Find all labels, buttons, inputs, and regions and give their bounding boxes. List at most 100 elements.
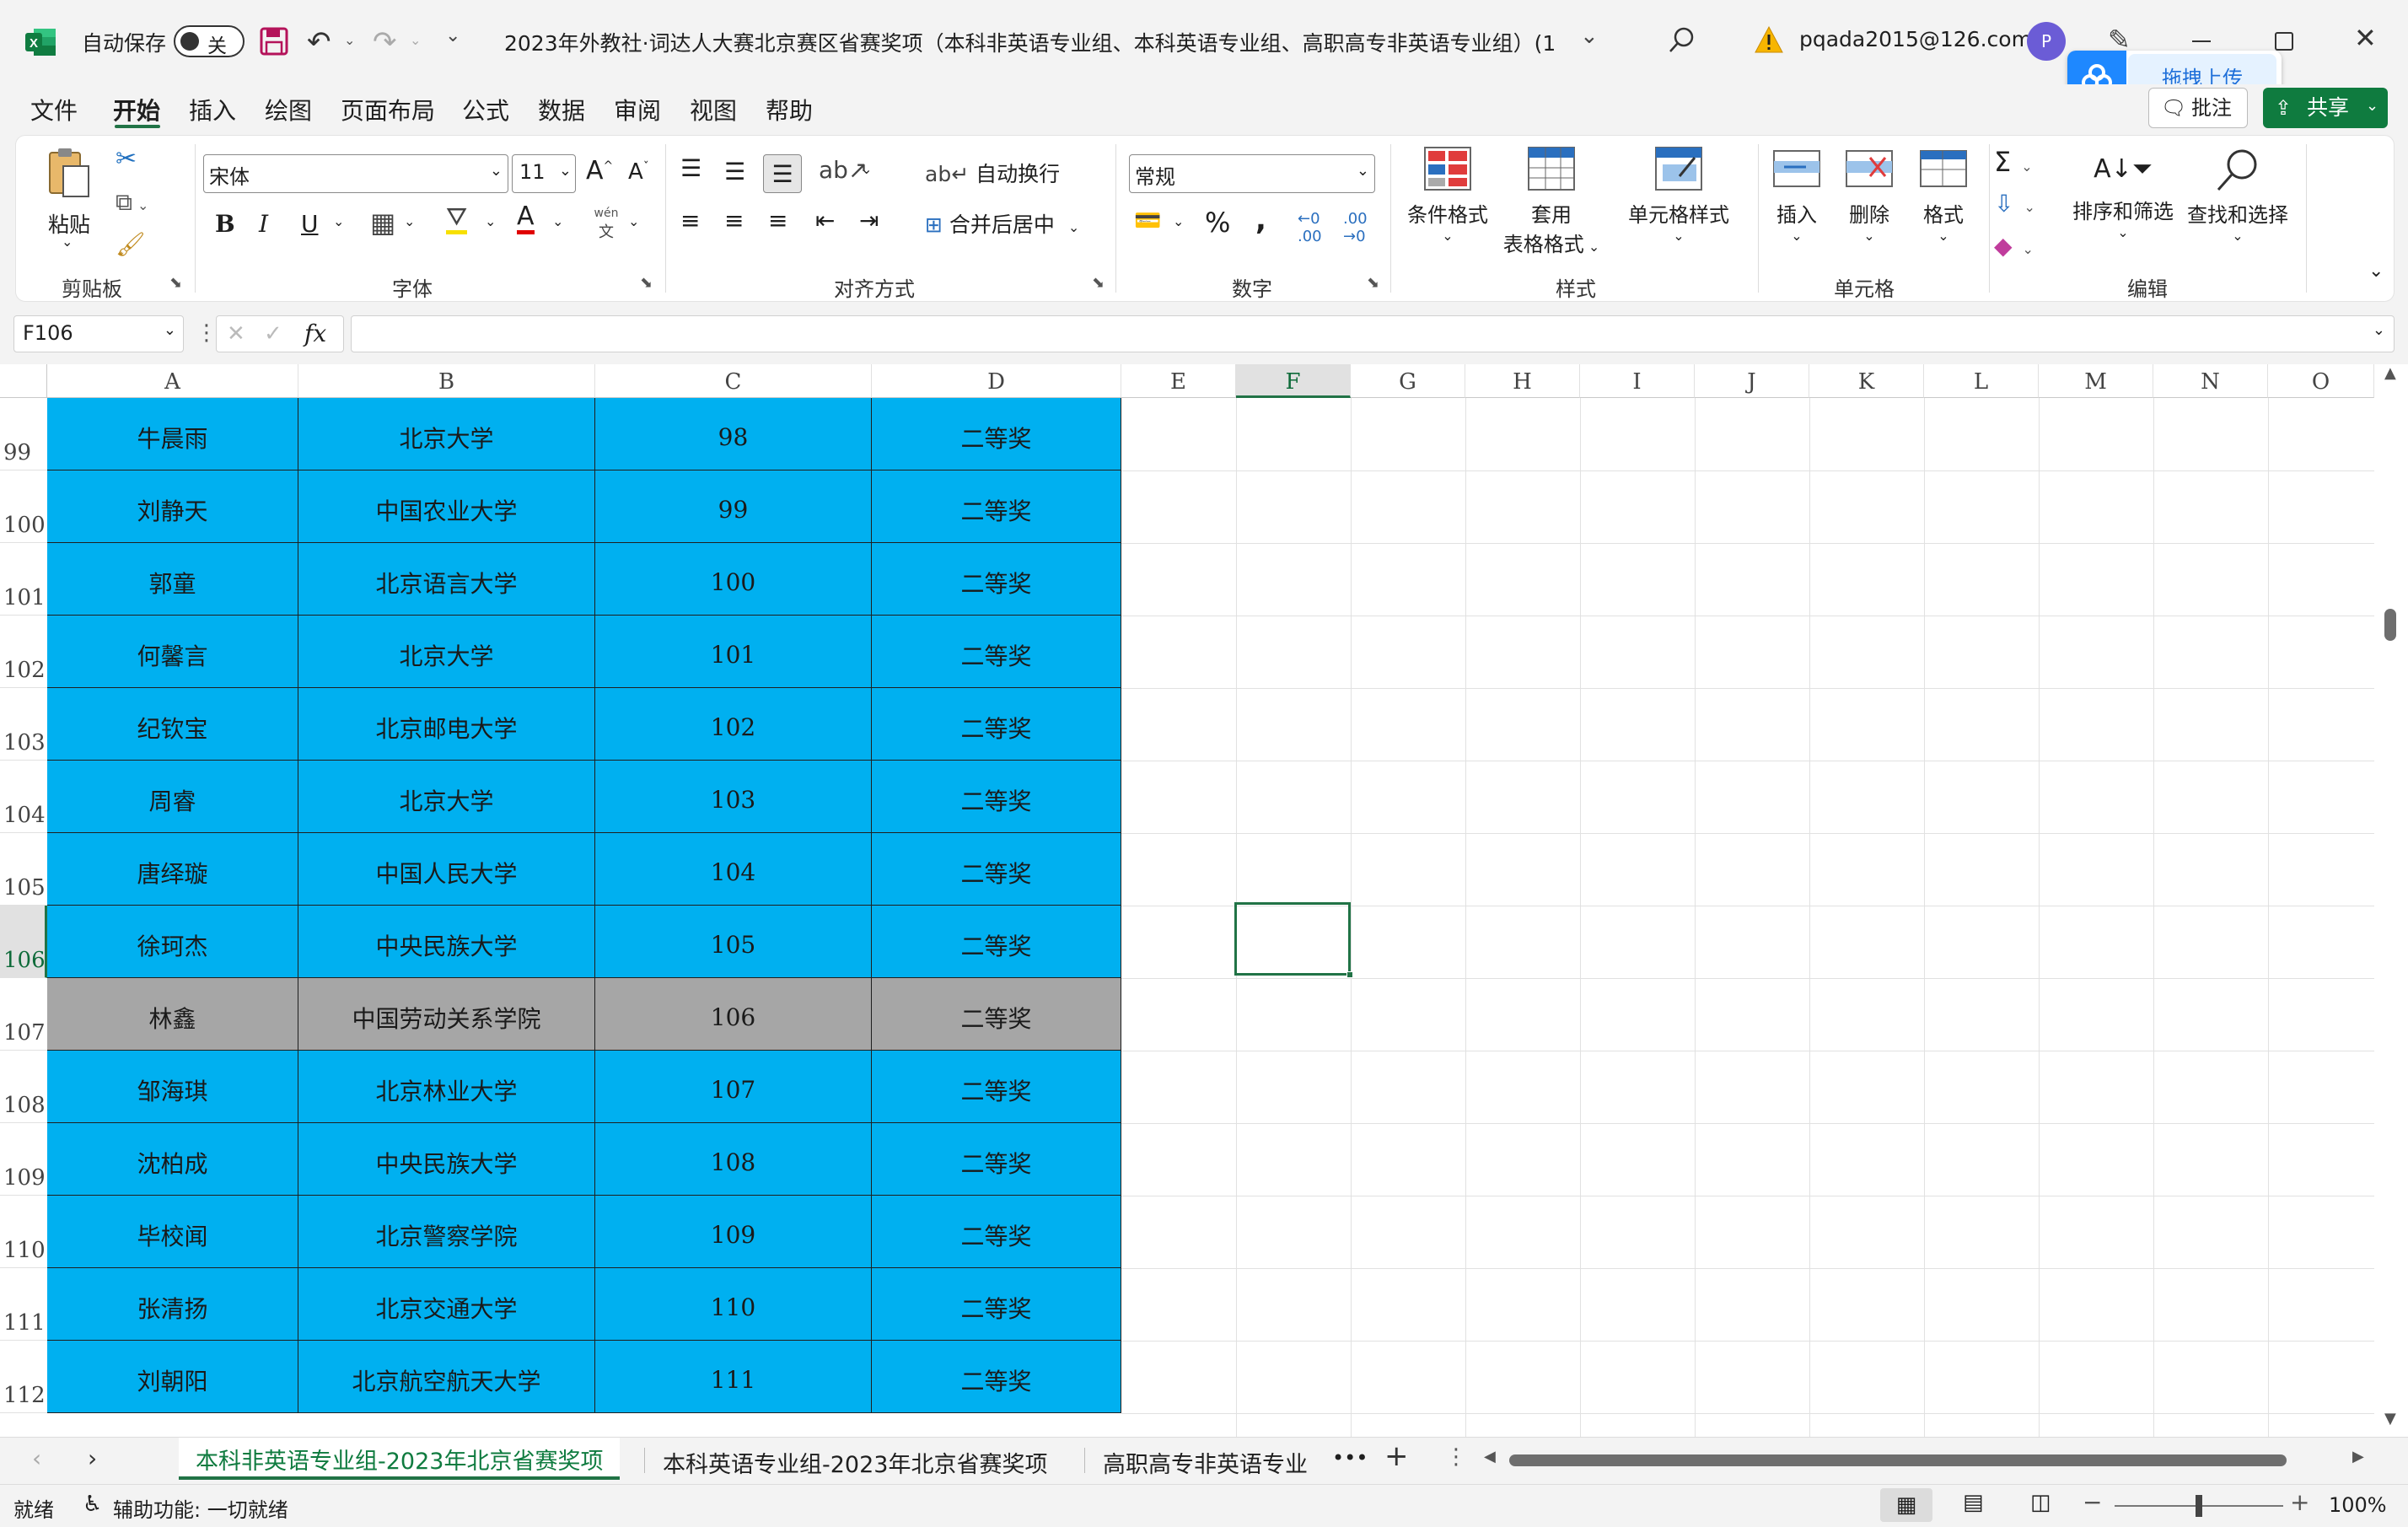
page-layout-view-icon[interactable]: ▤: [1963, 1490, 1984, 1515]
column-header-e[interactable]: E: [1121, 364, 1236, 398]
comma-icon[interactable]: ,: [1255, 203, 1266, 237]
horizontal-scroll-thumb[interactable]: [1509, 1454, 2287, 1466]
clipboard-launcher-icon[interactable]: ⬊: [169, 274, 182, 292]
fill-handle[interactable]: [1346, 971, 1353, 978]
format-painter-icon[interactable]: 🖌: [116, 230, 146, 258]
format-cells-button[interactable]: 格式 ⌄: [1910, 146, 1977, 264]
cell-a109[interactable]: 沈柏成: [47, 1123, 298, 1196]
cell-c104[interactable]: 103: [595, 761, 872, 833]
cell-a107[interactable]: 林鑫: [47, 978, 298, 1051]
align-bottom-icon[interactable]: ☰: [763, 154, 802, 193]
maximize-icon[interactable]: [2275, 32, 2293, 51]
cell-d102[interactable]: 二等奖: [872, 616, 1121, 688]
number-format-select[interactable]: 常规 ⌄: [1129, 154, 1375, 193]
close-icon[interactable]: ✕: [2354, 22, 2377, 54]
cell-a101[interactable]: 郭童: [47, 543, 298, 616]
document-title[interactable]: 2023年外教社·词达人大赛北京赛区省赛奖项（本科非英语专业组、本科英语专业组、…: [504, 27, 1554, 57]
name-box[interactable]: F106 ⌄: [13, 315, 184, 352]
menu-page-layout[interactable]: 页面布局: [341, 93, 435, 126]
font-size-select[interactable]: 11 ⌄: [512, 154, 576, 193]
menu-formulas[interactable]: 公式: [462, 93, 509, 126]
font-color-dropdown-icon[interactable]: ⌄: [552, 213, 563, 229]
zoom-level[interactable]: 100%: [2329, 1493, 2387, 1517]
column-header-o[interactable]: O: [2268, 364, 2374, 398]
column-header-c[interactable]: C: [595, 364, 872, 398]
scroll-left-icon[interactable]: ◀: [1484, 1448, 1496, 1465]
cell-b108[interactable]: 北京林业大学: [298, 1051, 595, 1123]
cell-a102[interactable]: 何馨言: [47, 616, 298, 688]
cell-c100[interactable]: 99: [595, 470, 872, 543]
cell-d112[interactable]: 二等奖: [872, 1341, 1121, 1413]
formula-input[interactable]: ⌄: [351, 315, 2395, 352]
cell-c112[interactable]: 111: [595, 1341, 872, 1413]
cell-c107[interactable]: 106: [595, 978, 872, 1051]
column-header-i[interactable]: I: [1580, 364, 1695, 398]
row-header[interactable]: 107: [0, 978, 47, 1051]
merge-center-button[interactable]: ⊞ 合并后居中 ⌄: [925, 208, 1079, 239]
cell-d109[interactable]: 二等奖: [872, 1123, 1121, 1196]
align-center-icon[interactable]: ≡: [724, 207, 744, 234]
cell-a110[interactable]: 毕校闻: [47, 1196, 298, 1268]
fill-color-dropdown-icon[interactable]: ⌄: [485, 213, 496, 229]
row-header[interactable]: 100: [0, 470, 47, 543]
underline-icon[interactable]: U: [301, 210, 319, 238]
horizontal-scrollbar[interactable]: ◀ ▶: [1484, 1446, 2374, 1475]
vertical-scrollbar[interactable]: ▲ ▼: [2374, 364, 2408, 1437]
row-header[interactable]: 102: [0, 616, 47, 688]
ribbon-collapse-icon[interactable]: ⌄: [2368, 261, 2384, 282]
warning-icon[interactable]: [1754, 25, 1784, 54]
cell-styles-button[interactable]: 单元格样式 ⌄: [1608, 146, 1750, 264]
cell-b99[interactable]: 北京大学: [298, 398, 595, 470]
cell-c110[interactable]: 109: [595, 1196, 872, 1268]
avatar[interactable]: P: [2027, 22, 2066, 61]
column-header-f[interactable]: F: [1236, 364, 1351, 398]
italic-icon[interactable]: I: [259, 210, 268, 238]
tab-scroll-right-icon[interactable]: ›: [88, 1444, 97, 1472]
accounting-icon[interactable]: 💳: [1134, 208, 1161, 234]
row-header[interactable]: 101: [0, 543, 47, 616]
undo-dropdown-icon[interactable]: ⌄: [344, 32, 355, 48]
column-header-m[interactable]: M: [2039, 364, 2153, 398]
cell-d108[interactable]: 二等奖: [872, 1051, 1121, 1123]
row-header[interactable]: 103: [0, 688, 47, 761]
title-dropdown-icon[interactable]: ⌄: [1580, 24, 1599, 49]
alignment-launcher-icon[interactable]: ⬊: [1092, 274, 1105, 292]
cell-d111[interactable]: 二等奖: [872, 1268, 1121, 1341]
fill-icon[interactable]: ⇩ ⌄: [1994, 190, 2035, 218]
fill-color-icon[interactable]: ⛛: [446, 205, 468, 234]
menu-draw[interactable]: 绘图: [265, 93, 312, 126]
cell-d101[interactable]: 二等奖: [872, 543, 1121, 616]
column-header-a[interactable]: A: [47, 364, 298, 398]
cell-c99[interactable]: 98: [595, 398, 872, 470]
redo-icon[interactable]: ↷: [373, 25, 397, 59]
number-launcher-icon[interactable]: ⬊: [1367, 274, 1379, 292]
row-header[interactable]: 110: [0, 1196, 47, 1268]
row-header[interactable]: 105: [0, 833, 47, 906]
column-header-k[interactable]: K: [1809, 364, 1924, 398]
column-header-l[interactable]: L: [1924, 364, 2039, 398]
menu-home[interactable]: 开始: [113, 93, 160, 126]
align-right-icon[interactable]: ≡: [768, 207, 787, 234]
cell-b109[interactable]: 中央民族大学: [298, 1123, 595, 1196]
paste-button[interactable]: 粘贴 ⌄: [45, 146, 95, 250]
clear-icon[interactable]: ◆ ⌄: [1994, 232, 2034, 260]
column-header-n[interactable]: N: [2153, 364, 2268, 398]
delete-cells-button[interactable]: 删除 ⌄: [1836, 146, 1903, 264]
row-header[interactable]: 104: [0, 761, 47, 833]
add-sheet-icon[interactable]: +: [1384, 1439, 1409, 1473]
font-name-select[interactable]: 宋体 ⌄: [203, 154, 508, 193]
select-all-corner[interactable]: [0, 364, 47, 398]
font-launcher-icon[interactable]: ⬊: [640, 274, 653, 292]
cell-b107[interactable]: 中国劳动关系学院: [298, 978, 595, 1051]
row-header[interactable]: 99: [0, 398, 47, 470]
border-icon[interactable]: ▦: [370, 207, 395, 239]
decrease-decimal-icon[interactable]: .00 →0: [1343, 210, 1368, 245]
cell-a99[interactable]: 牛晨雨: [47, 398, 298, 470]
selected-cell-F106[interactable]: [1234, 902, 1353, 978]
scroll-up-icon[interactable]: ▲: [2384, 364, 2396, 382]
sheet-tab[interactable]: 本科英语专业组-2023年北京省赛奖项: [648, 1438, 1062, 1480]
align-top-icon[interactable]: ☰: [680, 154, 701, 182]
conditional-format-button[interactable]: 条件格式 ⌄: [1402, 146, 1493, 264]
font-color-icon[interactable]: A: [517, 203, 535, 234]
increase-font-icon[interactable]: A^: [586, 156, 613, 185]
